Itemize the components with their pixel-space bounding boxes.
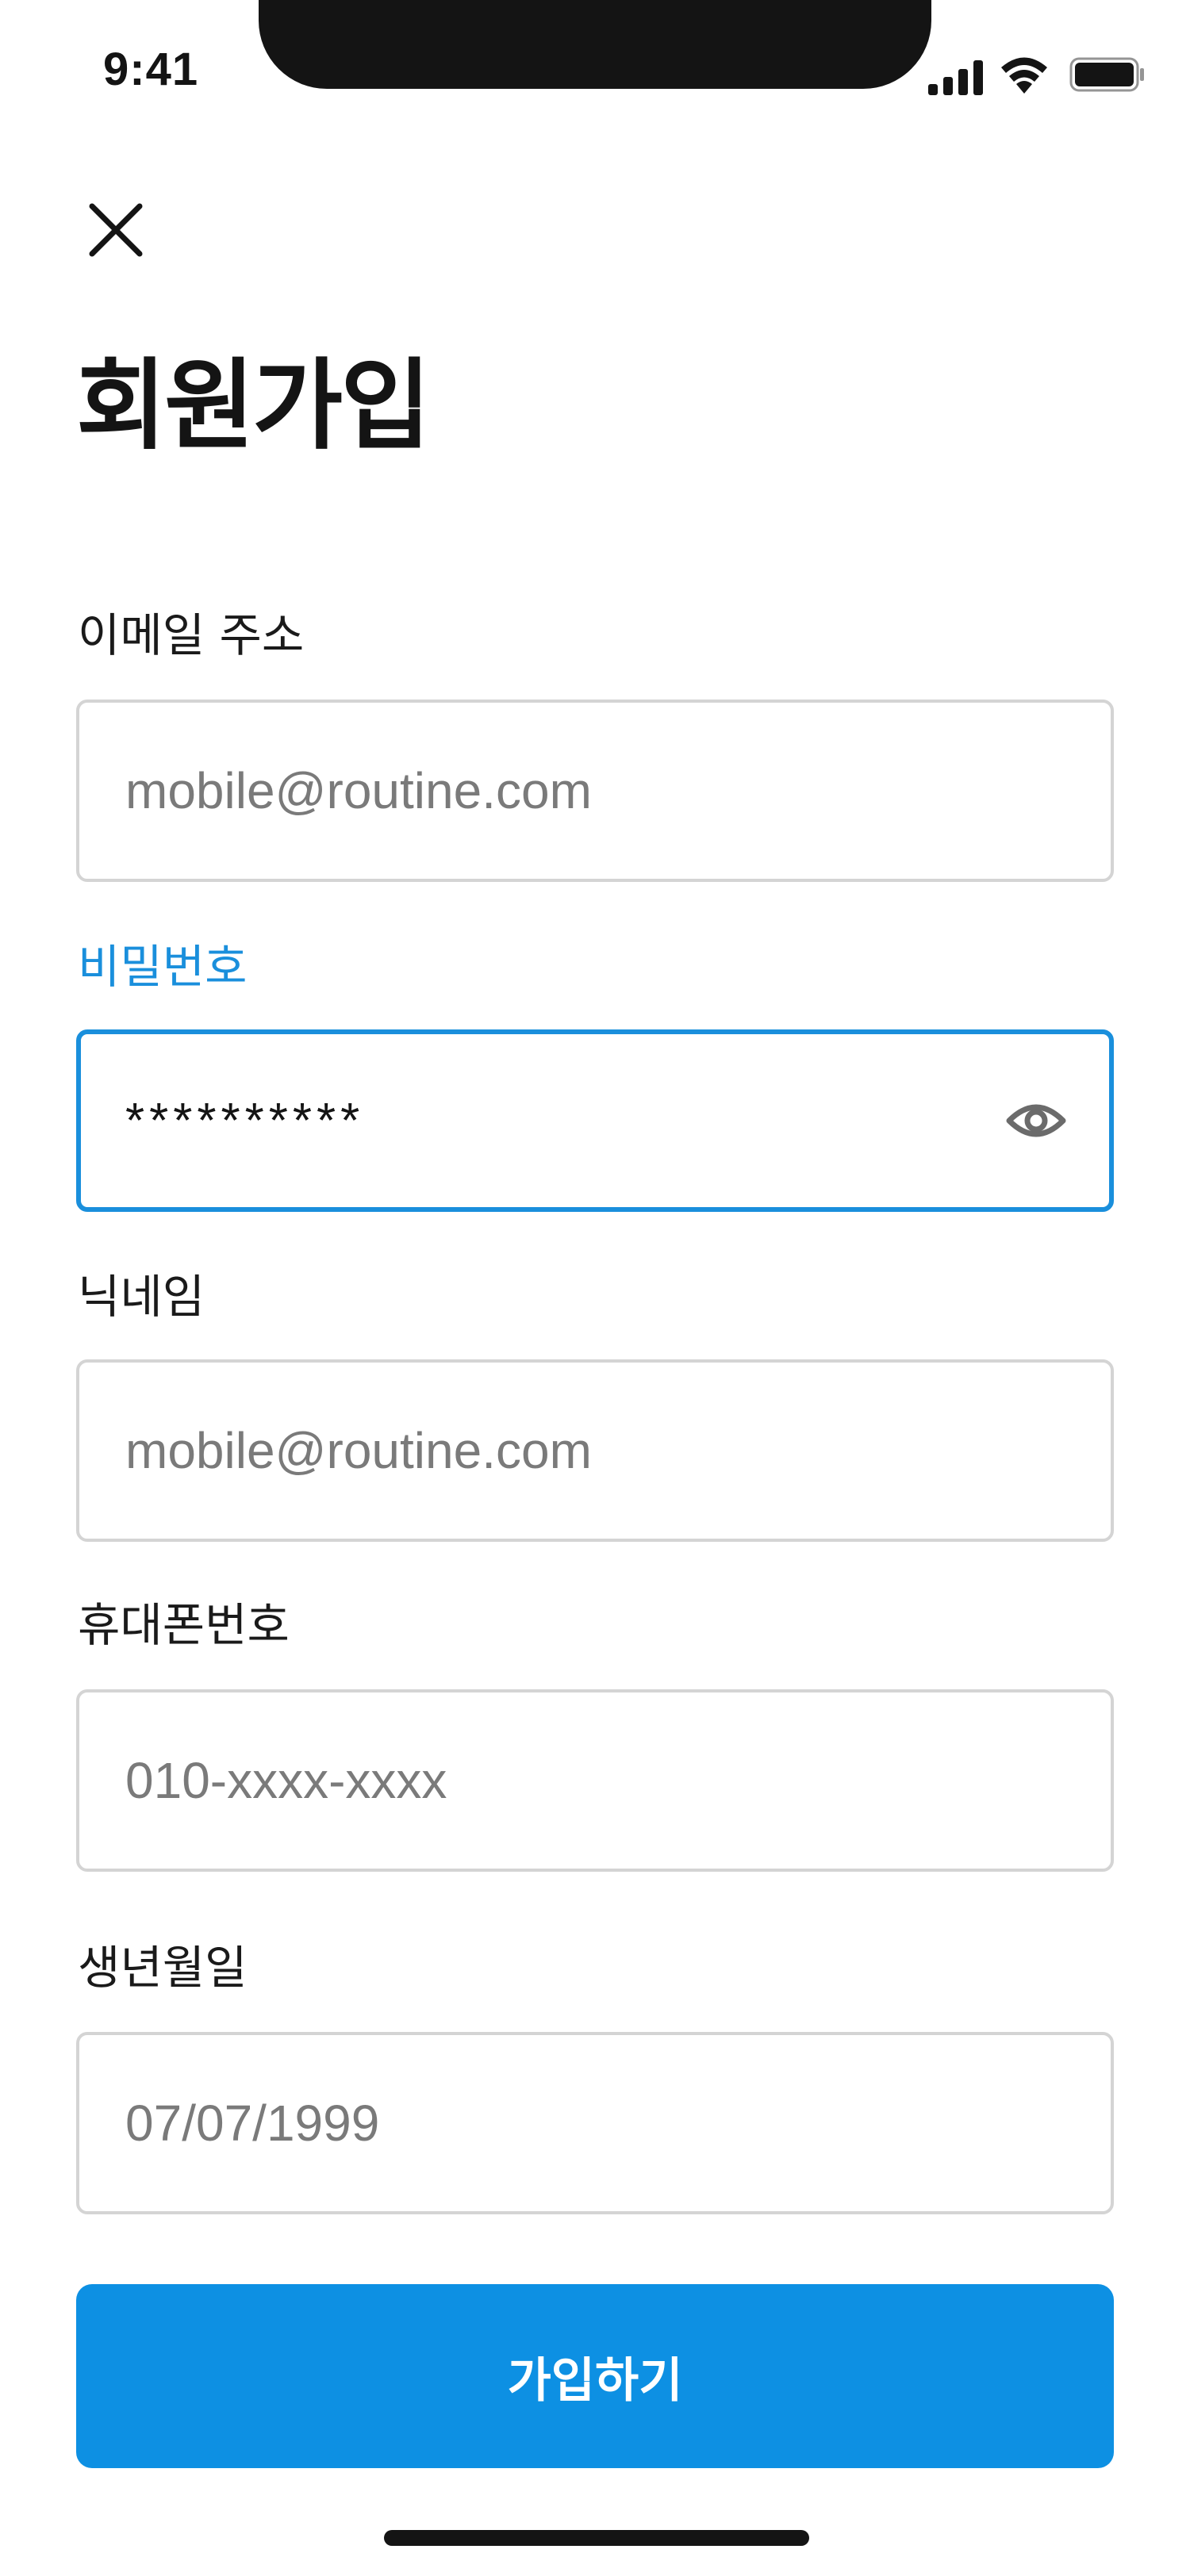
birthdate-label: 생년월일 — [78, 1941, 248, 1995]
nickname-label: 닉네임 — [78, 1270, 205, 1324]
email-input[interactable] — [125, 703, 966, 879]
password-input[interactable] — [125, 1034, 966, 1207]
device-notch — [259, 0, 931, 89]
status-icons — [928, 51, 1149, 97]
battery-icon — [1069, 57, 1144, 92]
email-label: 이메일 주소 — [78, 608, 305, 662]
birthdate-input[interactable] — [125, 2035, 966, 2211]
close-button[interactable] — [79, 194, 152, 266]
nickname-field-box — [76, 1359, 1114, 1542]
home-indicator — [384, 2530, 809, 2546]
password-label: 비밀번호 — [78, 940, 248, 994]
status-time: 9:41 — [103, 44, 199, 95]
nickname-input[interactable] — [125, 1363, 966, 1539]
phone-label: 휴대폰번호 — [78, 1598, 290, 1652]
eye-icon — [1006, 1104, 1066, 1137]
password-field-box — [76, 1029, 1114, 1212]
signal-icon — [928, 60, 983, 95]
email-field-box — [76, 700, 1114, 882]
signup-button[interactable]: 가입하기 — [76, 2284, 1114, 2468]
phone-field-box — [76, 1689, 1114, 1872]
birthdate-field-box — [76, 2032, 1114, 2214]
password-visibility-toggle[interactable] — [1004, 1097, 1068, 1144]
page-title: 회원가입 — [76, 349, 431, 463]
wifi-icon — [1001, 57, 1047, 94]
close-icon — [89, 203, 143, 257]
phone-input[interactable] — [125, 1692, 966, 1869]
